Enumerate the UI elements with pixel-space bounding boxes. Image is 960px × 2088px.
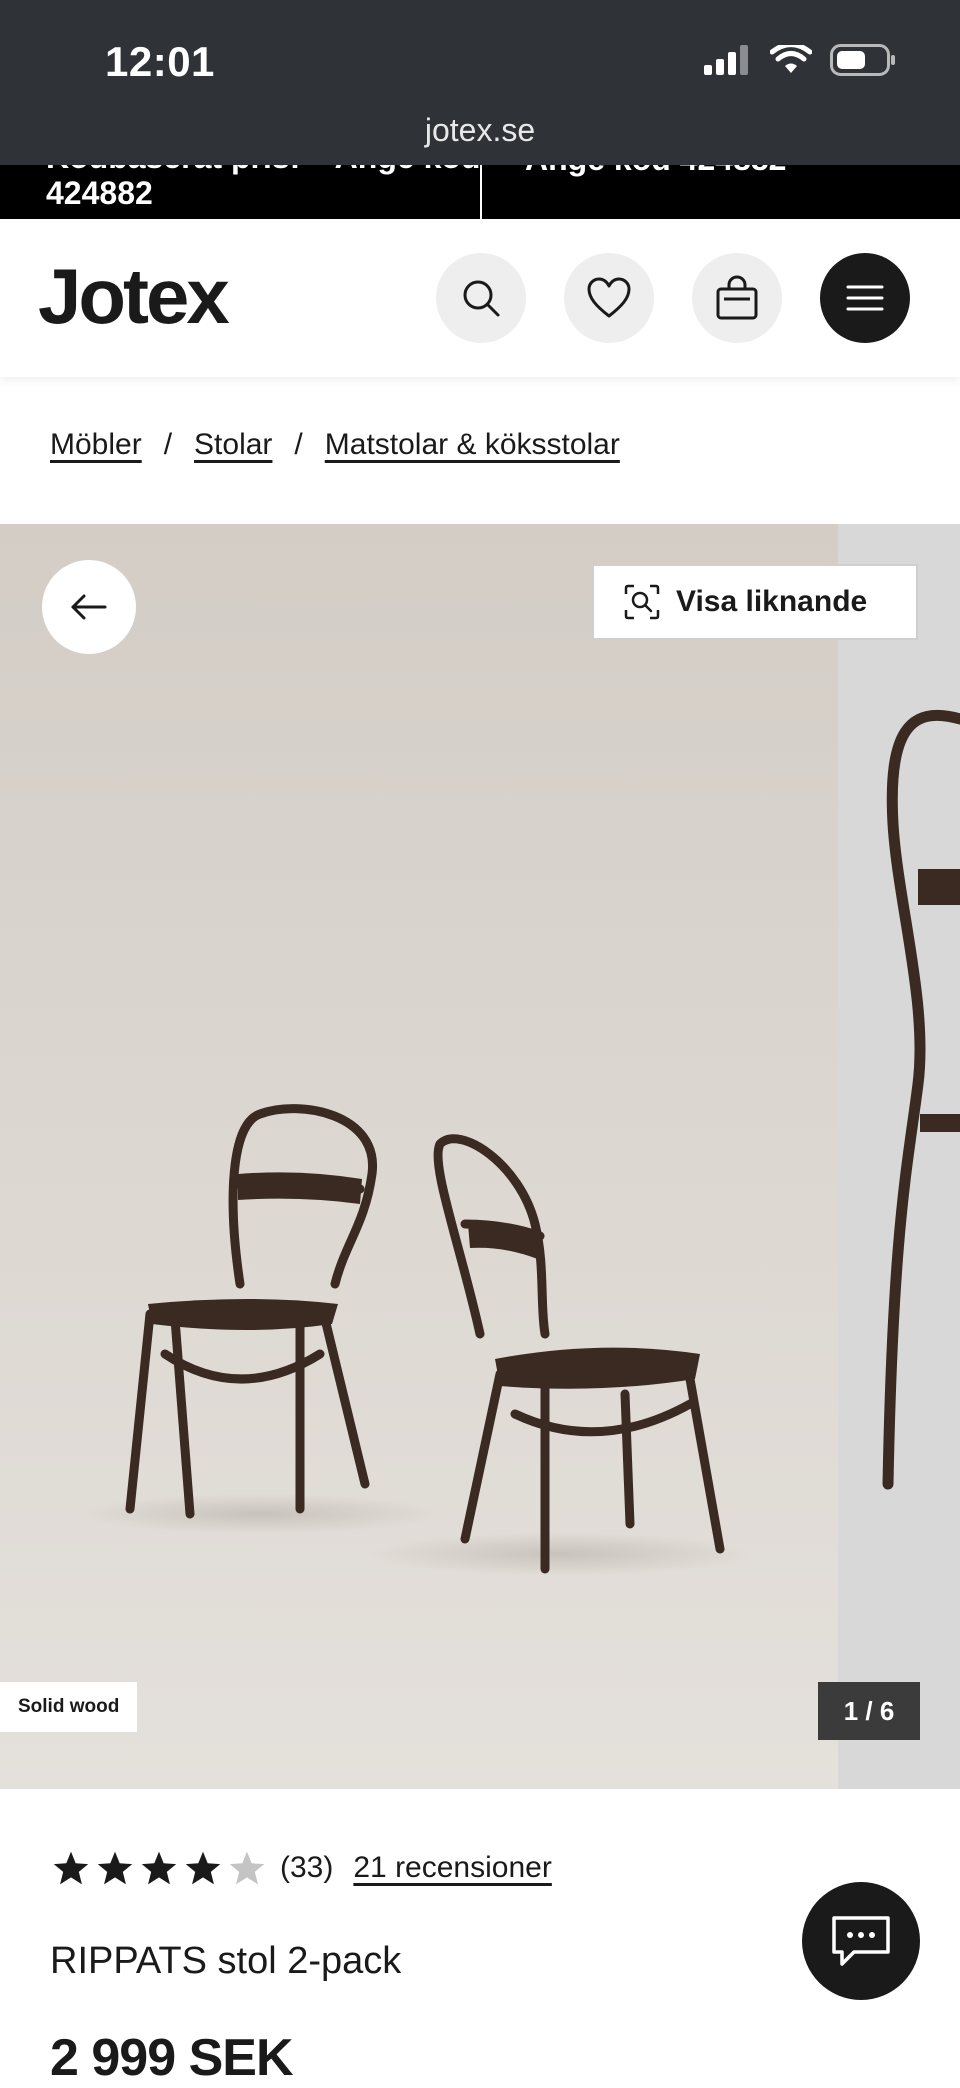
visual-search-icon [624, 584, 660, 620]
battery-icon [830, 44, 895, 76]
star-icon [141, 1851, 177, 1885]
logo[interactable]: Jotex [38, 251, 230, 342]
chat-icon [832, 1916, 890, 1966]
status-icons [704, 44, 896, 76]
reviews-link[interactable]: 21 recensioner [353, 1851, 551, 1885]
rating-row: (33) 21 recensioner [52, 1850, 552, 1886]
rating-stars [52, 1850, 266, 1886]
product-title: RIPPATS stol 2-pack [50, 1940, 402, 1982]
menu-icon [846, 285, 884, 311]
cart-button[interactable] [692, 253, 782, 343]
star-icon [97, 1851, 133, 1885]
breadcrumb: Möbler / Stolar / Matstolar & köksstolar [50, 428, 620, 462]
back-button[interactable] [42, 560, 136, 654]
signal-icon [704, 45, 748, 75]
url-bar-text[interactable]: jotex.se [0, 112, 960, 149]
next-chair-preview [882, 709, 960, 1490]
promo-left-partial: Kodbaserat pris: – Ange kod [46, 165, 480, 173]
star-empty-icon [229, 1851, 265, 1885]
search-icon [463, 280, 500, 317]
material-tag: Solid wood [0, 1682, 138, 1732]
star-icon [53, 1851, 89, 1885]
product-image-main[interactable] [0, 524, 838, 1789]
show-similar-label: Visa liknande [676, 585, 868, 618]
show-similar-button[interactable]: Visa liknande [592, 564, 918, 640]
chat-button[interactable] [802, 1882, 920, 2000]
heart-icon [587, 277, 631, 318]
breadcrumb-separator: / [163, 428, 173, 461]
promo-strip[interactable]: Kodbaserat pris: – Ange kod 424882 Ange … [0, 165, 960, 219]
promo-code: 424882 [46, 175, 153, 211]
wifi-icon [770, 45, 812, 73]
breadcrumb-item-mobler[interactable]: Möbler [50, 428, 142, 462]
arrow-left-icon [71, 594, 107, 620]
status-time: 12:01 [105, 38, 215, 85]
site-header: Jotex [0, 219, 960, 377]
star-icon [185, 1851, 221, 1885]
product-gallery[interactable]: Visa liknande Solid wood 1 / 6 [0, 524, 960, 1789]
promo-divider [480, 165, 482, 219]
breadcrumb-item-stolar[interactable]: Stolar [194, 428, 272, 462]
status-bar: 12:01 jotex.se [0, 0, 960, 165]
bag-icon [716, 275, 758, 320]
breadcrumb-item-matstolar[interactable]: Matstolar & köksstolar [325, 428, 620, 462]
product-image-next[interactable] [838, 524, 960, 1789]
favorites-button[interactable] [564, 253, 654, 343]
promo-right-partial: Ange kod 424882 [525, 165, 786, 178]
menu-button[interactable] [820, 253, 910, 343]
search-button[interactable] [436, 253, 526, 343]
image-counter: 1 / 6 [818, 1682, 920, 1740]
chairs-photo [80, 1104, 750, 1576]
product-price: 2 999 SEK [50, 2029, 293, 2087]
breadcrumb-separator: / [294, 428, 303, 461]
rating-count: (33) [280, 1851, 334, 1884]
